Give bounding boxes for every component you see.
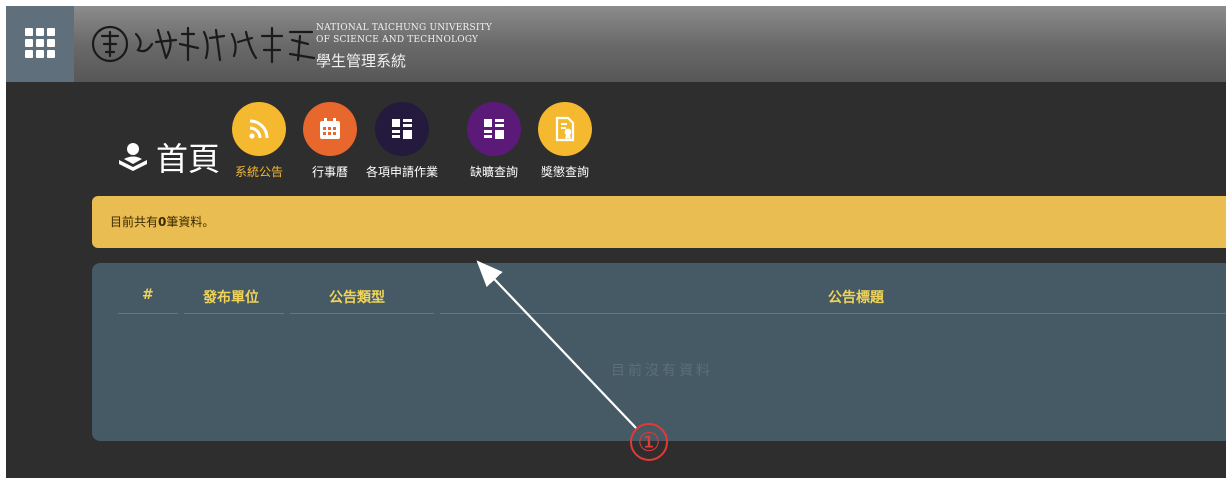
annotation-overlay: ①: [476, 260, 668, 461]
annotation-arrow: [476, 260, 637, 429]
annotation-marker: ①: [637, 428, 660, 458]
